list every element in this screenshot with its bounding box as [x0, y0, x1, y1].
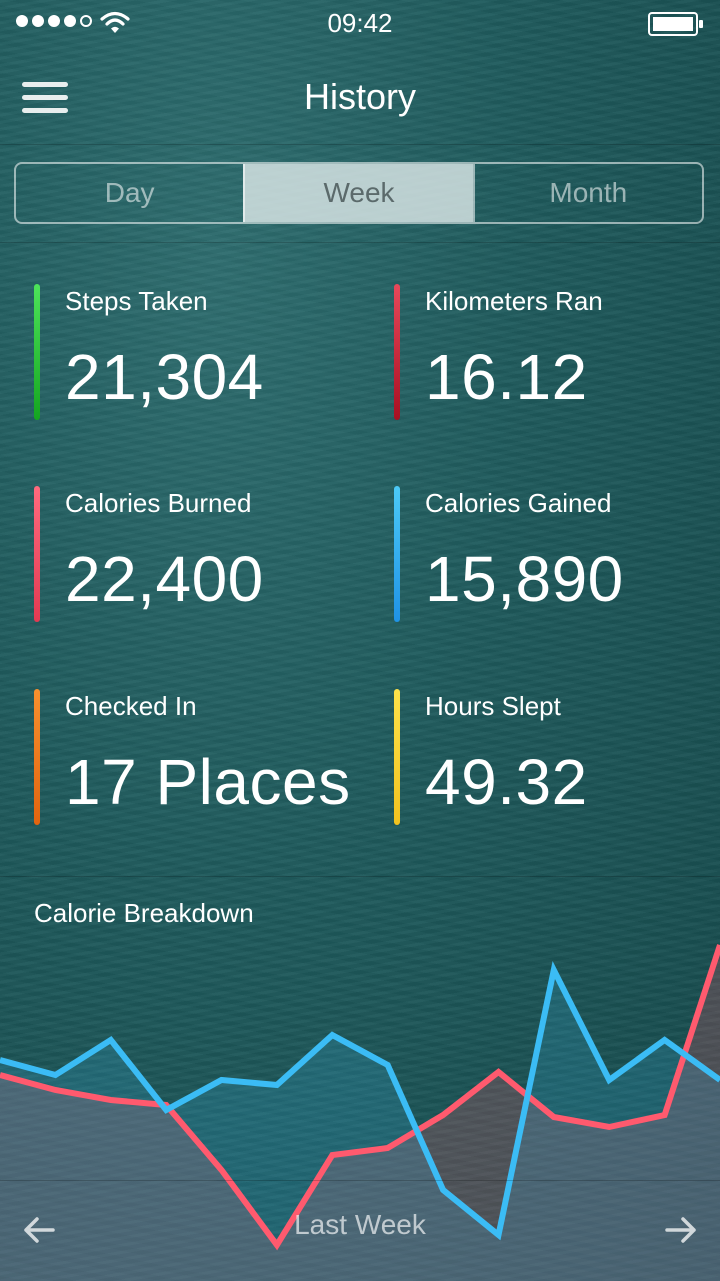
page-title: History: [303, 76, 416, 117]
stat-label: Calories Burned: [65, 488, 252, 518]
nav-divider: [0, 144, 720, 145]
period-label: Last Week: [294, 1209, 426, 1240]
stat-accent-bar: [394, 486, 400, 622]
stat-value: 15,890: [425, 543, 624, 615]
stat-steps-taken: Steps Taken 21,304: [34, 284, 374, 424]
stat-accent-bar: [394, 284, 400, 420]
tab-month[interactable]: Month: [472, 164, 702, 222]
tab-week[interactable]: Week: [243, 164, 473, 222]
stat-checked-in: Checked In 17 Places: [34, 689, 374, 829]
chart-title: Calorie Breakdown: [34, 898, 254, 928]
arrow-right-icon[interactable]: [663, 1212, 699, 1248]
stat-value: 21,304: [65, 341, 264, 413]
stat-value: 17 Places: [65, 746, 351, 818]
status-time: 09:42: [327, 8, 393, 38]
stat-accent-bar: [34, 284, 40, 420]
battery-icon: [648, 12, 703, 36]
stat-accent-bar: [34, 486, 40, 622]
stat-value: 22,400: [65, 543, 264, 615]
period-tabs: Day Week Month: [14, 162, 704, 224]
footer-divider: [0, 1180, 720, 1181]
stat-calories-burned: Calories Burned 22,400: [34, 486, 374, 626]
tab-day[interactable]: Day: [16, 164, 243, 222]
stat-accent-bar: [34, 689, 40, 825]
stat-label: Hours Slept: [425, 691, 561, 721]
stat-hours-slept: Hours Slept 49.32: [394, 689, 720, 829]
stat-label: Checked In: [65, 691, 197, 721]
stat-value: 16.12: [425, 341, 588, 413]
tabs-divider: [0, 242, 720, 243]
stat-label: Kilometers Ran: [425, 286, 603, 316]
stat-label: Steps Taken: [65, 286, 208, 316]
stat-kilometers-ran: Kilometers Ran 16.12: [394, 284, 720, 424]
status-bar: 09:42: [0, 0, 720, 46]
stats-divider: [0, 876, 720, 877]
stat-label: Calories Gained: [425, 488, 612, 518]
stat-calories-gained: Calories Gained 15,890: [394, 486, 720, 626]
stat-value: 49.32: [425, 746, 588, 818]
stat-accent-bar: [394, 689, 400, 825]
